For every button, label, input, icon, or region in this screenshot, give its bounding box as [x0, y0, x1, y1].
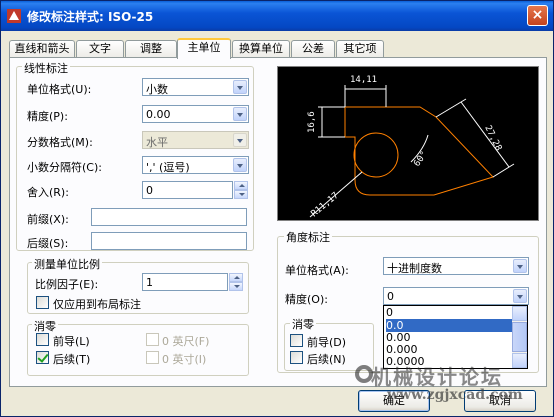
chevron-down-icon[interactable] [233, 158, 247, 172]
linear-dimensions-title: 线性标注 [22, 60, 70, 76]
precision-dropdown-list[interactable]: 0 0.0 0.00 0.000 0.0000 [383, 305, 528, 369]
dropdown-scrollbar[interactable] [512, 306, 527, 368]
trailing-zero-label: 后续(T) [53, 353, 91, 366]
scale-factor-input[interactable]: 1 [142, 273, 243, 291]
unit-format-value: 小数 [146, 83, 168, 96]
zero-feet-checkbox[interactable] [146, 333, 159, 346]
hole-circle [353, 132, 399, 178]
dim-angle-text: 60° [412, 150, 430, 169]
suffix-input[interactable] [91, 232, 247, 250]
tab-lines-arrows[interactable]: 直线和箭头 [9, 40, 75, 58]
measurement-scale-title: 测量单位比例 [32, 256, 102, 272]
dropdown-option[interactable]: 0 [386, 306, 512, 319]
title-bar[interactable]: 修改标注样式: ISO-25 × [1, 1, 553, 31]
roundoff-input[interactable]: 0 [142, 181, 248, 199]
zero-suppression-angular-title: 消零 [290, 316, 316, 332]
watermark-text: 机械设计论坛 [371, 365, 503, 389]
window-title: 修改标注样式: ISO-25 [27, 10, 154, 24]
trailing-zero-checkbox[interactable] [36, 351, 49, 364]
angular-unit-format-value: 十进制度数 [387, 262, 442, 275]
chevron-down-icon[interactable] [233, 80, 247, 94]
decimal-separator-value: ',' (逗号) [146, 161, 190, 174]
spin-down-icon[interactable] [234, 190, 248, 199]
chevron-down-icon [233, 133, 247, 147]
scroll-thumb[interactable] [512, 322, 527, 352]
angular-precision-select[interactable]: 0 [383, 287, 529, 305]
tab-other[interactable]: 其它项 [336, 40, 384, 58]
chevron-down-icon[interactable] [513, 259, 527, 273]
dim-radius-text: R11,17 [310, 191, 341, 220]
leading-zero-label: 前导(L) [53, 335, 90, 348]
primary-units-pane: 线性标注 单位格式(U): 小数 精度(P): 0.00 分数格式(M): 水平… [9, 57, 547, 387]
zero-inches-label: 0 英寸(I) [162, 353, 207, 366]
zero-inches-checkbox[interactable] [146, 351, 159, 364]
angular-precision-value: 0 [387, 290, 394, 303]
dim-top-text: 14,11 [350, 75, 377, 85]
leading-zero-checkbox[interactable] [36, 333, 49, 346]
dim-left-text: 16,6 [307, 111, 317, 133]
prefix-input[interactable] [91, 208, 247, 226]
decimal-separator-label: 小数分隔符(C): [27, 161, 102, 174]
fraction-format-label: 分数格式(M): [27, 136, 93, 149]
part-outline [344, 106, 494, 196]
tab-tolerances[interactable]: 公差 [291, 40, 335, 58]
layout-only-label: 仅应用到布局标注 [53, 298, 141, 311]
scale-factor-value: 1 [146, 276, 153, 289]
watermark-url: www.zgjxcad.com [387, 387, 523, 403]
unit-format-select[interactable]: 小数 [142, 78, 249, 96]
scale-factor-label: 比例因子(E): [35, 278, 99, 291]
spin-down-icon[interactable] [229, 282, 243, 291]
unit-format-label: 单位格式(U): [27, 83, 92, 96]
tab-fit[interactable]: 调整 [125, 40, 177, 58]
decimal-separator-select[interactable]: ',' (逗号) [142, 156, 249, 174]
angular-unit-format-label: 单位格式(A): [285, 264, 349, 277]
chevron-down-icon[interactable] [513, 289, 527, 303]
dim-right-text: 27,28 [482, 124, 503, 153]
roundoff-label: 舍入(R): [27, 186, 69, 199]
modify-dim-style-dialog: 修改标注样式: ISO-25 × 直线和箭头 文字 调整 主单位 换算单位 公差… [0, 0, 554, 417]
dimension-preview: 14,11 16,6 27,28 60° R11,17 [277, 66, 539, 221]
angular-leading-zero-label: 前导(D) [307, 336, 347, 349]
roundoff-value: 0 [146, 184, 153, 197]
app-icon [7, 9, 21, 23]
angular-unit-format-select[interactable]: 十进制度数 [383, 257, 529, 275]
precision-label: 精度(P): [27, 110, 68, 123]
fraction-format-select[interactable]: 水平 [142, 131, 249, 149]
tab-alternate-units[interactable]: 换算单位 [232, 40, 290, 58]
scale-factor-spinner[interactable] [229, 273, 243, 291]
angular-trailing-zero-label: 后续(N) [307, 353, 346, 366]
scroll-up-icon[interactable] [512, 306, 527, 321]
angular-leading-zero-checkbox[interactable] [290, 334, 303, 347]
angular-dimensions-title: 角度标注 [284, 229, 332, 245]
tab-text[interactable]: 文字 [76, 40, 124, 58]
chevron-down-icon[interactable] [233, 107, 247, 121]
angular-precision-label: 精度(O): [285, 293, 328, 306]
close-button[interactable]: × [527, 5, 548, 26]
fraction-format-value: 水平 [146, 136, 168, 149]
spin-up-icon[interactable] [234, 181, 248, 190]
precision-value: 0.00 [146, 108, 171, 121]
layout-only-checkbox[interactable] [36, 296, 49, 309]
prefix-label: 前缀(X): [27, 213, 69, 226]
precision-select[interactable]: 0.00 [142, 105, 249, 123]
preview-drawing: 14,11 16,6 27,28 60° R11,17 [307, 75, 515, 220]
zero-suppression-linear-group [27, 324, 249, 376]
scroll-down-icon[interactable] [512, 353, 527, 368]
zero-suppression-linear-title: 消零 [32, 318, 58, 334]
angular-trailing-zero-checkbox[interactable] [290, 351, 303, 364]
suffix-label: 后缀(S): [27, 237, 69, 250]
zero-feet-label: 0 英尺(F) [162, 335, 210, 348]
spin-up-icon[interactable] [229, 273, 243, 282]
tab-primary-units[interactable]: 主单位 [177, 38, 231, 59]
roundoff-spinner[interactable] [234, 181, 248, 199]
